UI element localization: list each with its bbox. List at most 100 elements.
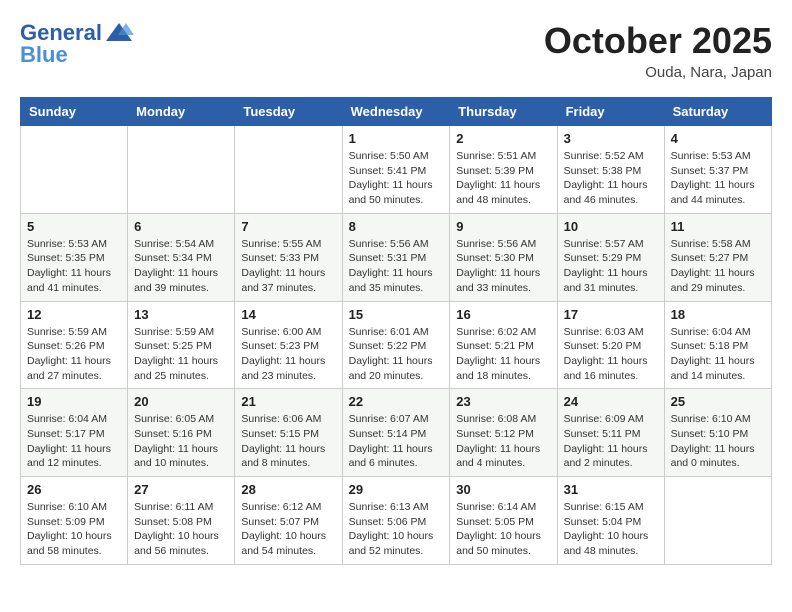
day-info: Sunrise: 6:04 AM Sunset: 5:18 PM Dayligh… xyxy=(671,325,765,384)
day-number: 7 xyxy=(241,219,335,234)
day-info: Sunrise: 5:50 AM Sunset: 5:41 PM Dayligh… xyxy=(349,149,444,208)
day-info: Sunrise: 6:05 AM Sunset: 5:16 PM Dayligh… xyxy=(134,412,228,471)
calendar: SundayMondayTuesdayWednesdayThursdayFrid… xyxy=(20,97,772,565)
day-info: Sunrise: 5:58 AM Sunset: 5:27 PM Dayligh… xyxy=(671,237,765,296)
day-number: 15 xyxy=(349,307,444,322)
day-info: Sunrise: 6:14 AM Sunset: 5:05 PM Dayligh… xyxy=(456,500,550,559)
calendar-cell: 15 Sunrise: 6:01 AM Sunset: 5:22 PM Dayli… xyxy=(342,301,450,389)
week-row-5: 26 Sunrise: 6:10 AM Sunset: 5:09 PM Dayli… xyxy=(21,477,772,565)
day-info: Sunrise: 6:00 AM Sunset: 5:23 PM Dayligh… xyxy=(241,325,335,384)
day-number: 9 xyxy=(456,219,550,234)
calendar-cell: 29 Sunrise: 6:13 AM Sunset: 5:06 PM Dayli… xyxy=(342,477,450,565)
day-number: 5 xyxy=(27,219,121,234)
day-info: Sunrise: 5:57 AM Sunset: 5:29 PM Dayligh… xyxy=(564,237,658,296)
day-number: 21 xyxy=(241,394,335,409)
day-number: 30 xyxy=(456,482,550,497)
calendar-cell xyxy=(235,126,342,214)
day-info: Sunrise: 6:01 AM Sunset: 5:22 PM Dayligh… xyxy=(349,325,444,384)
day-number: 18 xyxy=(671,307,765,322)
week-row-3: 12 Sunrise: 5:59 AM Sunset: 5:26 PM Dayli… xyxy=(21,301,772,389)
day-info: Sunrise: 5:52 AM Sunset: 5:38 PM Dayligh… xyxy=(564,149,658,208)
day-number: 4 xyxy=(671,131,765,146)
day-number: 27 xyxy=(134,482,228,497)
calendar-cell: 26 Sunrise: 6:10 AM Sunset: 5:09 PM Dayli… xyxy=(21,477,128,565)
day-info: Sunrise: 5:55 AM Sunset: 5:33 PM Dayligh… xyxy=(241,237,335,296)
day-number: 26 xyxy=(27,482,121,497)
day-info: Sunrise: 5:59 AM Sunset: 5:25 PM Dayligh… xyxy=(134,325,228,384)
day-info: Sunrise: 6:07 AM Sunset: 5:14 PM Dayligh… xyxy=(349,412,444,471)
day-info: Sunrise: 5:59 AM Sunset: 5:26 PM Dayligh… xyxy=(27,325,121,384)
calendar-cell: 3 Sunrise: 5:52 AM Sunset: 5:38 PM Daylig… xyxy=(557,126,664,214)
day-info: Sunrise: 6:15 AM Sunset: 5:04 PM Dayligh… xyxy=(564,500,658,559)
day-info: Sunrise: 6:02 AM Sunset: 5:21 PM Dayligh… xyxy=(456,325,550,384)
day-number: 23 xyxy=(456,394,550,409)
calendar-cell xyxy=(21,126,128,214)
day-info: Sunrise: 5:56 AM Sunset: 5:30 PM Dayligh… xyxy=(456,237,550,296)
calendar-cell: 18 Sunrise: 6:04 AM Sunset: 5:18 PM Dayli… xyxy=(664,301,771,389)
logo: General Blue xyxy=(20,20,136,68)
day-number: 11 xyxy=(671,219,765,234)
day-number: 20 xyxy=(134,394,228,409)
calendar-cell: 31 Sunrise: 6:15 AM Sunset: 5:04 PM Dayli… xyxy=(557,477,664,565)
calendar-cell: 9 Sunrise: 5:56 AM Sunset: 5:30 PM Daylig… xyxy=(450,213,557,301)
day-header-tuesday: Tuesday xyxy=(235,98,342,126)
calendar-cell: 13 Sunrise: 5:59 AM Sunset: 5:25 PM Dayli… xyxy=(128,301,235,389)
calendar-cell: 17 Sunrise: 6:03 AM Sunset: 5:20 PM Dayli… xyxy=(557,301,664,389)
calendar-cell: 12 Sunrise: 5:59 AM Sunset: 5:26 PM Dayli… xyxy=(21,301,128,389)
day-header-monday: Monday xyxy=(128,98,235,126)
day-number: 14 xyxy=(241,307,335,322)
day-header-wednesday: Wednesday xyxy=(342,98,450,126)
calendar-cell: 30 Sunrise: 6:14 AM Sunset: 5:05 PM Dayli… xyxy=(450,477,557,565)
day-info: Sunrise: 5:56 AM Sunset: 5:31 PM Dayligh… xyxy=(349,237,444,296)
header: General Blue October 2025 Ouda, Nara, Ja… xyxy=(20,20,772,81)
calendar-cell: 27 Sunrise: 6:11 AM Sunset: 5:08 PM Dayli… xyxy=(128,477,235,565)
day-info: Sunrise: 5:53 AM Sunset: 5:37 PM Dayligh… xyxy=(671,149,765,208)
calendar-cell: 19 Sunrise: 6:04 AM Sunset: 5:17 PM Dayli… xyxy=(21,389,128,477)
day-info: Sunrise: 6:04 AM Sunset: 5:17 PM Dayligh… xyxy=(27,412,121,471)
calendar-cell: 28 Sunrise: 6:12 AM Sunset: 5:07 PM Dayli… xyxy=(235,477,342,565)
calendar-cell: 6 Sunrise: 5:54 AM Sunset: 5:34 PM Daylig… xyxy=(128,213,235,301)
day-info: Sunrise: 5:53 AM Sunset: 5:35 PM Dayligh… xyxy=(27,237,121,296)
calendar-cell: 22Sunrise: 6:07 AM Sunset: 5:14 PM Dayli… xyxy=(342,389,450,477)
day-number: 31 xyxy=(564,482,658,497)
day-info: Sunrise: 6:10 AM Sunset: 5:09 PM Dayligh… xyxy=(27,500,121,559)
calendar-cell xyxy=(128,126,235,214)
day-header-sunday: Sunday xyxy=(21,98,128,126)
day-info: Sunrise: 6:11 AM Sunset: 5:08 PM Dayligh… xyxy=(134,500,228,559)
day-number: 6 xyxy=(134,219,228,234)
calendar-cell: 14 Sunrise: 6:00 AM Sunset: 5:23 PM Dayli… xyxy=(235,301,342,389)
week-row-4: 19 Sunrise: 6:04 AM Sunset: 5:17 PM Dayli… xyxy=(21,389,772,477)
calendar-cell: 7 Sunrise: 5:55 AM Sunset: 5:33 PM Daylig… xyxy=(235,213,342,301)
page: General Blue October 2025 Ouda, Nara, Ja… xyxy=(0,0,792,575)
calendar-cell: 8Sunrise: 5:56 AM Sunset: 5:31 PM Daylig… xyxy=(342,213,450,301)
day-number: 17 xyxy=(564,307,658,322)
day-info: Sunrise: 6:12 AM Sunset: 5:07 PM Dayligh… xyxy=(241,500,335,559)
day-info: Sunrise: 6:13 AM Sunset: 5:06 PM Dayligh… xyxy=(349,500,444,559)
day-number: 28 xyxy=(241,482,335,497)
day-number: 13 xyxy=(134,307,228,322)
day-info: Sunrise: 6:10 AM Sunset: 5:10 PM Dayligh… xyxy=(671,412,765,471)
location: Ouda, Nara, Japan xyxy=(544,64,772,81)
day-info: Sunrise: 5:54 AM Sunset: 5:34 PM Dayligh… xyxy=(134,237,228,296)
day-info: Sunrise: 6:06 AM Sunset: 5:15 PM Dayligh… xyxy=(241,412,335,471)
month-title: October 2025 xyxy=(544,20,772,62)
calendar-cell: 16Sunrise: 6:02 AM Sunset: 5:21 PM Dayli… xyxy=(450,301,557,389)
day-info: Sunrise: 6:03 AM Sunset: 5:20 PM Dayligh… xyxy=(564,325,658,384)
day-header-thursday: Thursday xyxy=(450,98,557,126)
day-header-saturday: Saturday xyxy=(664,98,771,126)
title-block: October 2025 Ouda, Nara, Japan xyxy=(544,20,772,81)
logo-blue: Blue xyxy=(20,42,68,67)
day-header-friday: Friday xyxy=(557,98,664,126)
day-number: 19 xyxy=(27,394,121,409)
day-number: 3 xyxy=(564,131,658,146)
day-info: Sunrise: 5:51 AM Sunset: 5:39 PM Dayligh… xyxy=(456,149,550,208)
day-number: 29 xyxy=(349,482,444,497)
day-number: 10 xyxy=(564,219,658,234)
day-number: 1 xyxy=(349,131,444,146)
day-number: 24 xyxy=(564,394,658,409)
calendar-cell: 4 Sunrise: 5:53 AM Sunset: 5:37 PM Daylig… xyxy=(664,126,771,214)
calendar-cell: 21 Sunrise: 6:06 AM Sunset: 5:15 PM Dayli… xyxy=(235,389,342,477)
week-row-1: 1 Sunrise: 5:50 AM Sunset: 5:41 PM Daylig… xyxy=(21,126,772,214)
day-number: 12 xyxy=(27,307,121,322)
calendar-cell: 23Sunrise: 6:08 AM Sunset: 5:12 PM Dayli… xyxy=(450,389,557,477)
